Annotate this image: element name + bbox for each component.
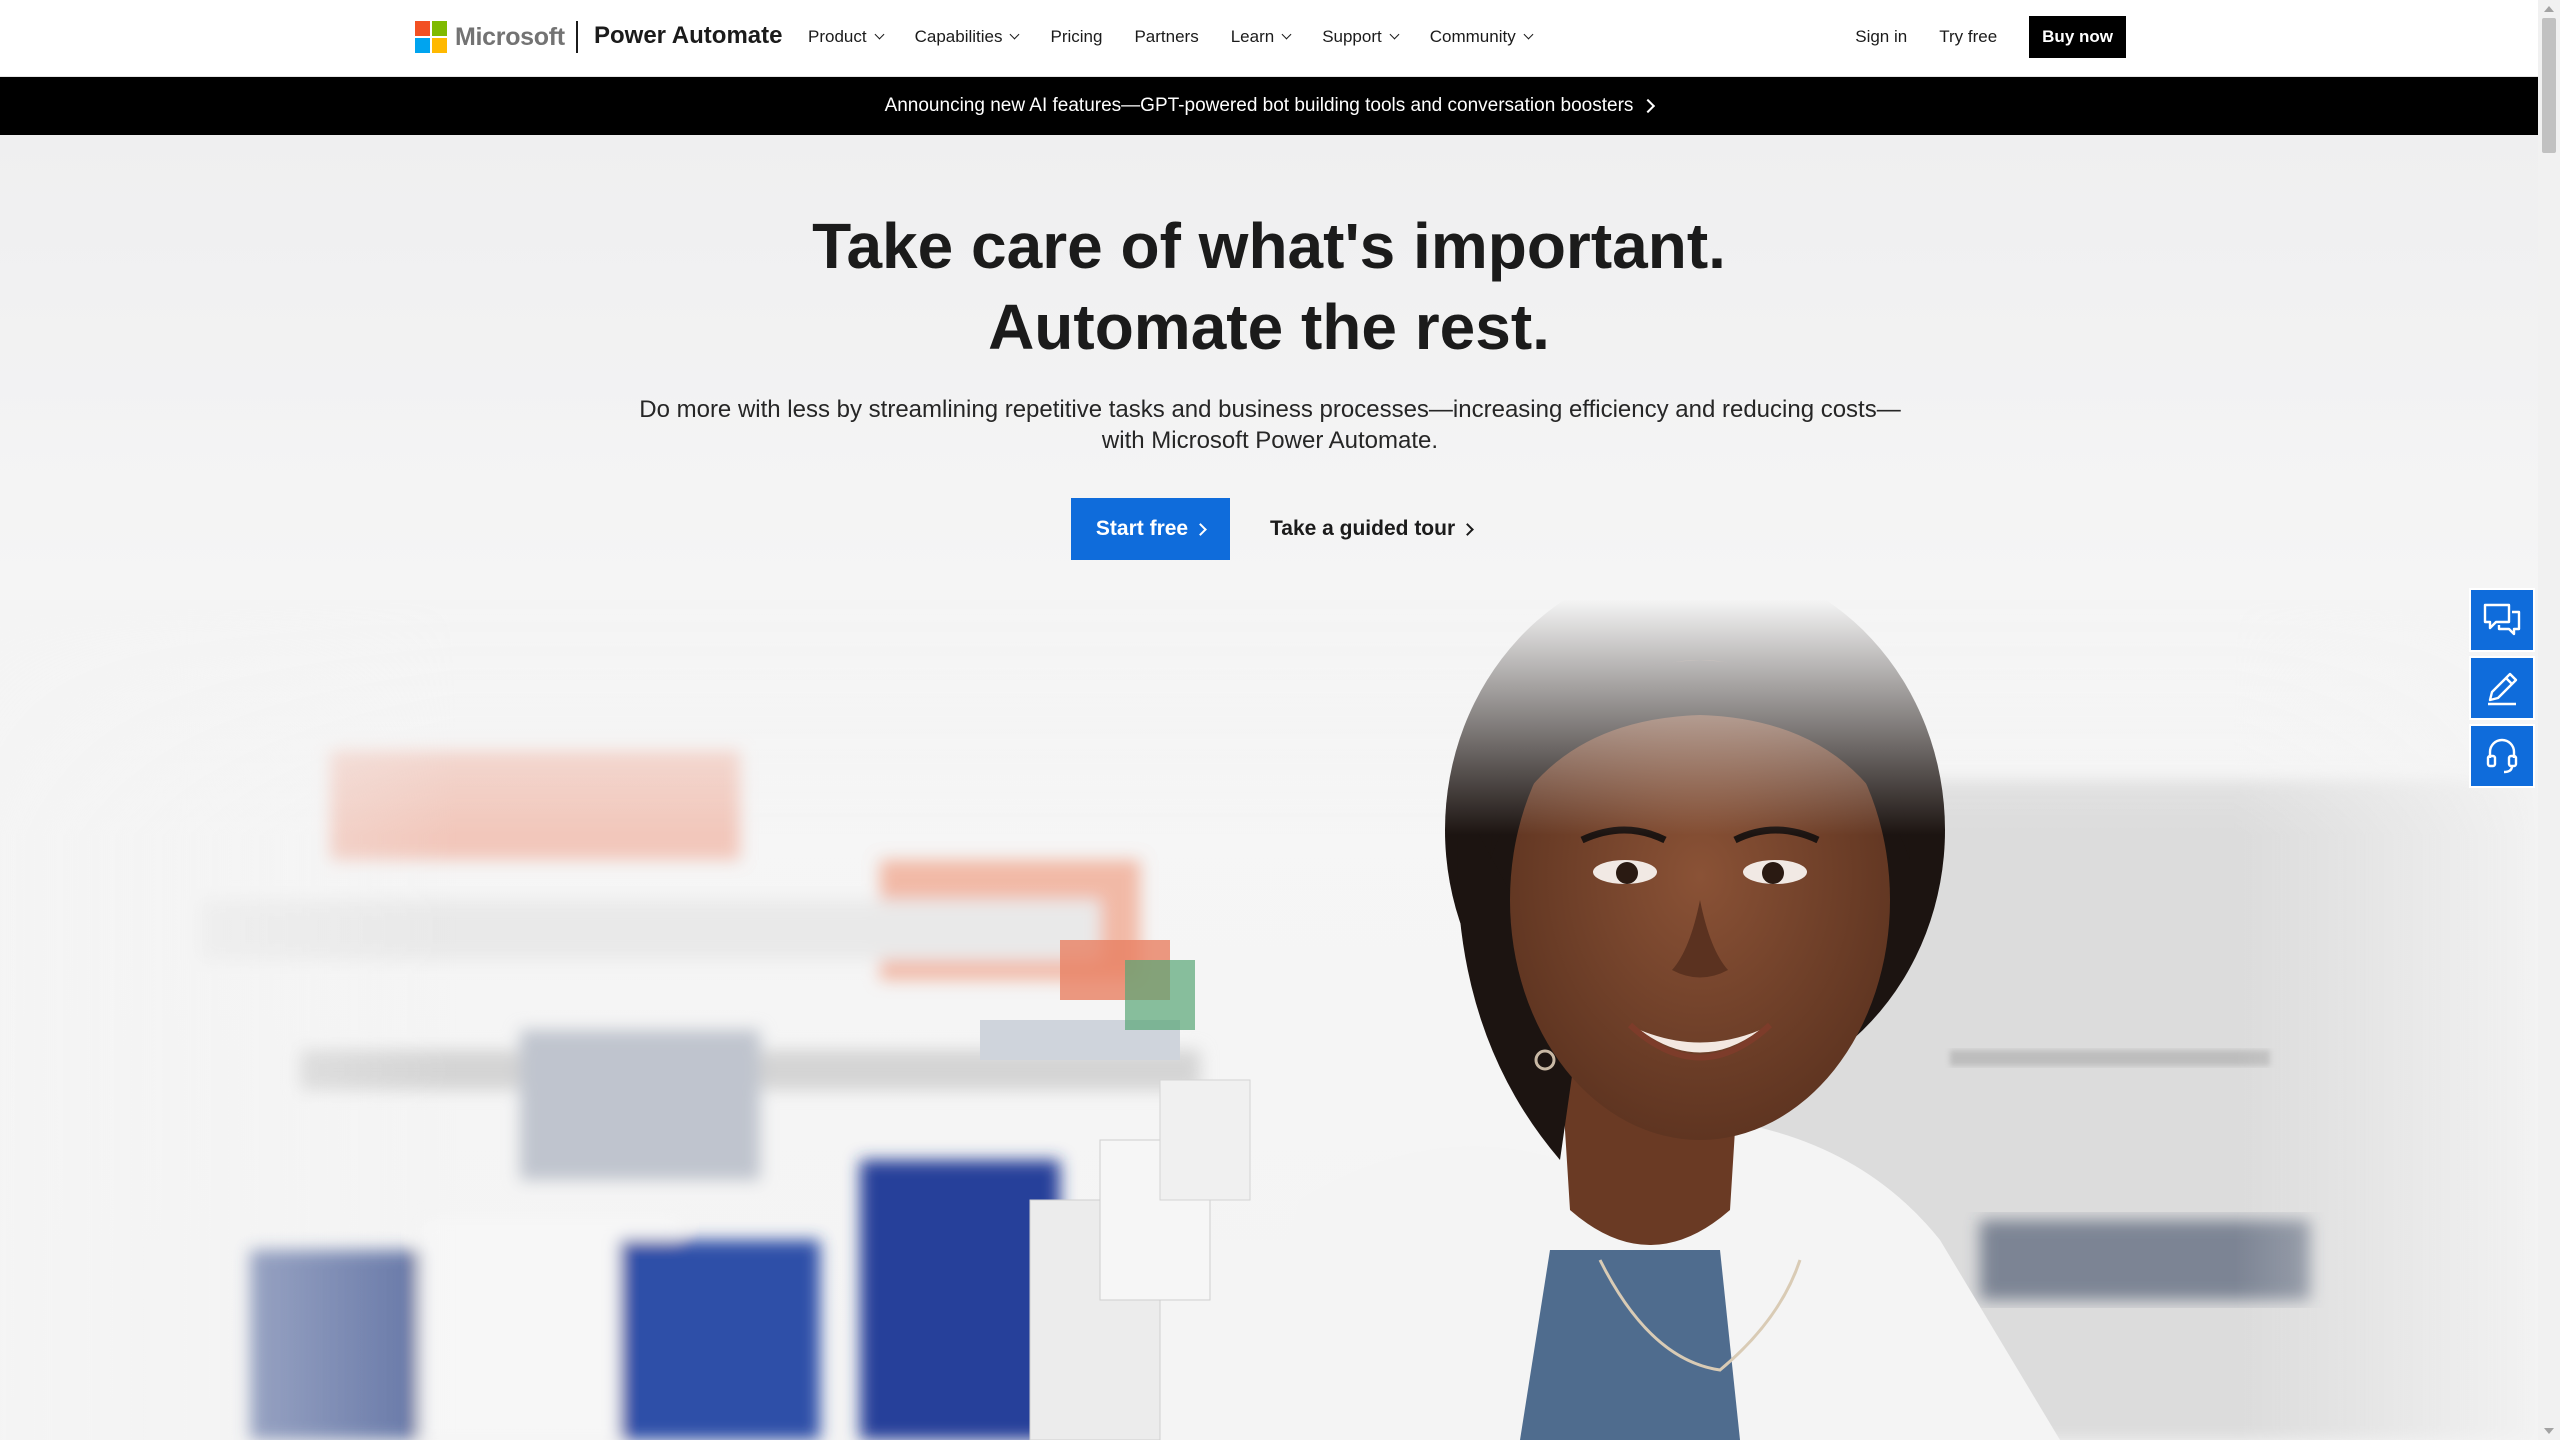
- microsoft-logo[interactable]: Microsoft: [415, 21, 565, 53]
- site-header: Microsoft Power Automate Product Capabil…: [0, 0, 2538, 77]
- scroll-down-arrow-icon[interactable]: [2544, 1428, 2554, 1434]
- nav-product-label: Product: [808, 27, 867, 46]
- start-free-label: Start free: [1095, 517, 1189, 540]
- nav-partners-label: Partners: [1134, 27, 1199, 46]
- chevron-down-icon: [1523, 29, 1534, 40]
- nav-capabilities-label: Capabilities: [914, 27, 1003, 46]
- try-free-link[interactable]: Try free: [1939, 27, 1997, 47]
- hero-title-line2: Automate the rest.: [988, 291, 1550, 363]
- nav-pricing[interactable]: Pricing: [1050, 27, 1102, 47]
- hero-subtitle: Do more with less by streamlining repeti…: [639, 396, 1901, 454]
- nav-community-label: Community: [1429, 27, 1516, 46]
- chat-button[interactable]: [2469, 588, 2535, 652]
- hero-image-pharmacist: [0, 600, 2538, 1440]
- chevron-right-icon: [1641, 98, 1656, 114]
- header-actions: Sign in Try free Buy now: [1855, 16, 2126, 58]
- product-name-link[interactable]: Power Automate: [594, 22, 782, 50]
- pencil-icon: [2488, 672, 2518, 706]
- nav-product[interactable]: Product: [808, 27, 885, 47]
- hero-title: Take care of what's important. Automate …: [0, 206, 2538, 368]
- chevron-right-icon: [1194, 522, 1207, 536]
- scrollbar-thumb[interactable]: [2542, 18, 2556, 153]
- nav-partners[interactable]: Partners: [1134, 27, 1198, 47]
- chat-icon: [2483, 603, 2521, 636]
- page-scrollbar[interactable]: [2538, 0, 2560, 1440]
- announcement-banner[interactable]: Announcing new AI features—GPT-powered b…: [0, 77, 2538, 135]
- hero-cta-row: Start free Take a guided tour: [1071, 498, 1475, 560]
- chevron-down-icon: [1281, 29, 1292, 40]
- side-tools: [2469, 588, 2535, 792]
- chevron-down-icon: [1389, 29, 1400, 40]
- headset-icon: [2486, 738, 2518, 774]
- start-free-button[interactable]: Start free: [1071, 498, 1230, 560]
- pharmacist-illustration: [0, 600, 2538, 1440]
- scroll-up-arrow-icon[interactable]: [2544, 6, 2554, 12]
- support-button[interactable]: [2469, 724, 2535, 788]
- sign-in-link[interactable]: Sign in: [1855, 27, 1907, 47]
- nav-support[interactable]: Support: [1322, 27, 1400, 47]
- nav-learn[interactable]: Learn: [1230, 27, 1292, 47]
- hero-title-line1: Take care of what's important.: [812, 210, 1726, 282]
- main-nav: Product Capabilities Pricing Partners Le…: [808, 27, 1564, 47]
- buy-now-button[interactable]: Buy now: [2029, 16, 2126, 58]
- announcement-text: Announcing new AI features—GPT-powered b…: [884, 95, 1634, 116]
- guided-tour-label: Take a guided tour: [1270, 517, 1456, 540]
- chevron-down-icon: [874, 29, 885, 40]
- nav-capabilities[interactable]: Capabilities: [914, 27, 1020, 47]
- chevron-down-icon: [1010, 29, 1020, 40]
- nav-pricing-label: Pricing: [1050, 27, 1103, 46]
- chevron-right-icon: [1461, 522, 1475, 536]
- nav-community[interactable]: Community: [1429, 27, 1534, 47]
- microsoft-logo-text: Microsoft: [455, 22, 565, 51]
- nav-learn-label: Learn: [1230, 27, 1275, 46]
- feedback-button[interactable]: [2469, 656, 2535, 720]
- nav-support-label: Support: [1322, 27, 1382, 46]
- guided-tour-link[interactable]: Take a guided tour: [1270, 517, 1475, 541]
- microsoft-logo-icon: [415, 21, 447, 53]
- brand-divider: [576, 21, 578, 53]
